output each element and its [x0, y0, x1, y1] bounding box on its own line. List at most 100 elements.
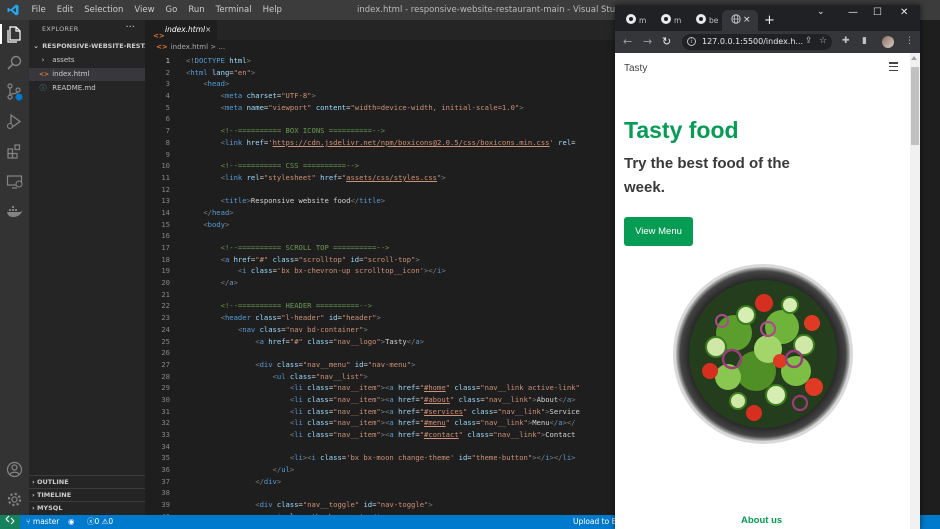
- code-line[interactable]: 14 </head>: [145, 207, 615, 219]
- hamburger-menu-icon[interactable]: [889, 62, 898, 72]
- code-line[interactable]: 29 <li class="nav__item"><a href="#home"…: [145, 382, 615, 394]
- code-line[interactable]: 20 </a>: [145, 277, 615, 289]
- scroll-up-arrow-icon[interactable]: [911, 56, 917, 60]
- code-line[interactable]: 35 <li><i class='bx bx-moon change-theme…: [145, 452, 615, 464]
- menu-file[interactable]: File: [26, 0, 51, 20]
- code-line[interactable]: 11 <link rel="stylesheet" href="assets/c…: [145, 172, 615, 184]
- close-window-icon[interactable]: ✕: [900, 7, 908, 18]
- scrollbar-thumb[interactable]: [911, 67, 919, 145]
- code-line[interactable]: 1 <!DOCTYPE html>: [145, 55, 615, 67]
- code-area[interactable]: 1 <!DOCTYPE html> 2 <html lang="en"> 3 <head…: [145, 55, 615, 515]
- bookmark-star-icon[interactable]: ☆: [819, 36, 827, 46]
- gear-icon[interactable]: [5, 490, 24, 509]
- code-line[interactable]: 15 <body>: [145, 219, 615, 231]
- code-line[interactable]: 5 <meta name="viewport" content="width=d…: [145, 102, 615, 114]
- account-icon[interactable]: [5, 460, 24, 479]
- code-line[interactable]: 16: [145, 230, 615, 242]
- code-line[interactable]: 36 </ul>: [145, 464, 615, 476]
- code-line[interactable]: 13 <title>Responsive website food</title…: [145, 195, 615, 207]
- profile-avatar[interactable]: [882, 36, 894, 48]
- code-line[interactable]: 37 </div>: [145, 476, 615, 488]
- browser-tab-2[interactable]: m: [652, 10, 686, 31]
- run-debug-icon[interactable]: [5, 112, 24, 131]
- menu-run[interactable]: Run: [183, 0, 210, 20]
- code-line[interactable]: 38: [145, 487, 615, 499]
- tab-search-icon[interactable]: ⌄: [817, 7, 825, 17]
- code-line[interactable]: 30 <li class="nav__item"><a href="#about…: [145, 394, 615, 406]
- code-line[interactable]: 24 <nav class="nav bd-container">: [145, 324, 615, 336]
- code-line[interactable]: 34: [145, 441, 615, 453]
- side-panel-icon[interactable]: ▮: [862, 36, 867, 46]
- code-line[interactable]: 26: [145, 347, 615, 359]
- explorer-item-assets[interactable]: › assets: [29, 54, 145, 67]
- more-actions-icon[interactable]: ···: [125, 22, 135, 33]
- outline-section[interactable]: › OUTLINE: [29, 475, 145, 488]
- code-line[interactable]: 8 <link href='https://cdn.jsdelivr.net/n…: [145, 137, 615, 149]
- sync-icon[interactable]: ◉: [68, 515, 75, 529]
- code-line[interactable]: 31 <li class="nav__item"><a href="#servi…: [145, 406, 615, 418]
- problems-status[interactable]: ⓧ0 ⚠0: [87, 515, 113, 529]
- code-line[interactable]: 18 <a href="#" class="scrolltop" id="scr…: [145, 254, 615, 266]
- code-line[interactable]: 17 <!--========== SCROLL TOP ==========-…: [145, 242, 615, 254]
- maximize-icon[interactable]: ☐: [873, 7, 882, 18]
- code-line[interactable]: 33 <li class="nav__item"><a href="#conta…: [145, 429, 615, 441]
- remote-explorer-icon[interactable]: [5, 172, 24, 191]
- remote-indicator[interactable]: [0, 515, 20, 529]
- explorer-item-readme[interactable]: ⓘ README.md: [29, 82, 145, 95]
- code-line[interactable]: 6: [145, 113, 615, 125]
- info-icon: ⓘ: [39, 84, 47, 92]
- mysql-section[interactable]: › MYSQL: [29, 501, 145, 514]
- kebab-menu-icon[interactable]: ⋮: [905, 36, 914, 46]
- code-line[interactable]: 7 <!--========== BOX ICONS ==========-->: [145, 125, 615, 137]
- branch-status[interactable]: ⑂ master: [26, 515, 59, 529]
- menu-help[interactable]: Help: [257, 0, 287, 20]
- new-tab-button[interactable]: +: [764, 10, 775, 31]
- code-line[interactable]: 4 <meta charset="UTF-8">: [145, 90, 615, 102]
- code-line[interactable]: 12: [145, 184, 615, 196]
- project-folder[interactable]: ⌄ RESPONSIVE-WEBSITE-RESTA...: [29, 40, 145, 53]
- code-line[interactable]: 9: [145, 149, 615, 161]
- code-line[interactable]: 32 <li class="nav__item"><a href="#menu"…: [145, 417, 615, 429]
- minimize-icon[interactable]: —: [848, 7, 858, 18]
- browser-tab-active[interactable]: [722, 10, 758, 31]
- code-line[interactable]: 2 <html lang="en">: [145, 67, 615, 79]
- nav-logo[interactable]: Tasty: [624, 63, 647, 74]
- code-editor[interactable]: <> index.html × <> index.html > ... 1 <!DO…: [145, 20, 615, 515]
- site-info-icon[interactable]: i: [687, 37, 696, 46]
- browser-tab-1[interactable]: m: [617, 10, 651, 31]
- code-line[interactable]: 25 <a href="#" class="nav__logo">Tasty</…: [145, 336, 615, 348]
- browser-tab-3[interactable]: be: [687, 10, 721, 31]
- code-line[interactable]: 19 <i class='bx bx-chevron-up scrolltop_…: [145, 265, 615, 277]
- breadcrumb[interactable]: <> index.html > ...: [145, 40, 225, 54]
- code-line[interactable]: 22 <!--========== HEADER ==========-->: [145, 300, 615, 312]
- view-menu-button[interactable]: View Menu: [624, 217, 693, 246]
- forward-icon[interactable]: →: [643, 35, 652, 48]
- code-line[interactable]: 3 <head>: [145, 78, 615, 90]
- menu-go[interactable]: Go: [160, 0, 183, 20]
- code-line[interactable]: 21: [145, 289, 615, 301]
- docker-icon[interactable]: [5, 202, 24, 221]
- menu-view[interactable]: View: [129, 0, 160, 20]
- tab-index-html[interactable]: <> index.html ×: [145, 20, 217, 40]
- upload-status[interactable]: Upload to Bl: [573, 515, 619, 529]
- code-line[interactable]: 28 <ul class="nav__list">: [145, 371, 615, 383]
- explorer-item-index-html[interactable]: <> index.html: [29, 68, 145, 81]
- code-line[interactable]: 27 <div class="nav__menu" id="nav-menu">: [145, 359, 615, 371]
- files-icon[interactable]: [5, 25, 24, 44]
- reload-icon[interactable]: ↻: [662, 35, 671, 48]
- code-line[interactable]: 23 <header class="l-header" id="header">: [145, 312, 615, 324]
- extensions-puzzle-icon[interactable]: ✚: [842, 36, 850, 46]
- timeline-section[interactable]: › TIMELINE: [29, 488, 145, 501]
- menu-edit[interactable]: Edit: [51, 0, 78, 20]
- extensions-icon[interactable]: [5, 142, 24, 161]
- search-icon[interactable]: [5, 53, 24, 72]
- code-line[interactable]: 39 <div class="nav__toggle" id="nav-togg…: [145, 499, 615, 511]
- menu-terminal[interactable]: Terminal: [210, 0, 257, 20]
- source-control-icon[interactable]: [5, 82, 24, 101]
- close-tab-icon[interactable]: ×: [743, 10, 751, 31]
- back-icon[interactable]: ←: [623, 35, 632, 48]
- share-icon[interactable]: ⇪: [805, 36, 813, 46]
- code-line[interactable]: 10 <!--========== CSS ==========-->: [145, 160, 615, 172]
- menu-selection[interactable]: Selection: [79, 0, 129, 20]
- close-icon[interactable]: ×: [205, 20, 211, 40]
